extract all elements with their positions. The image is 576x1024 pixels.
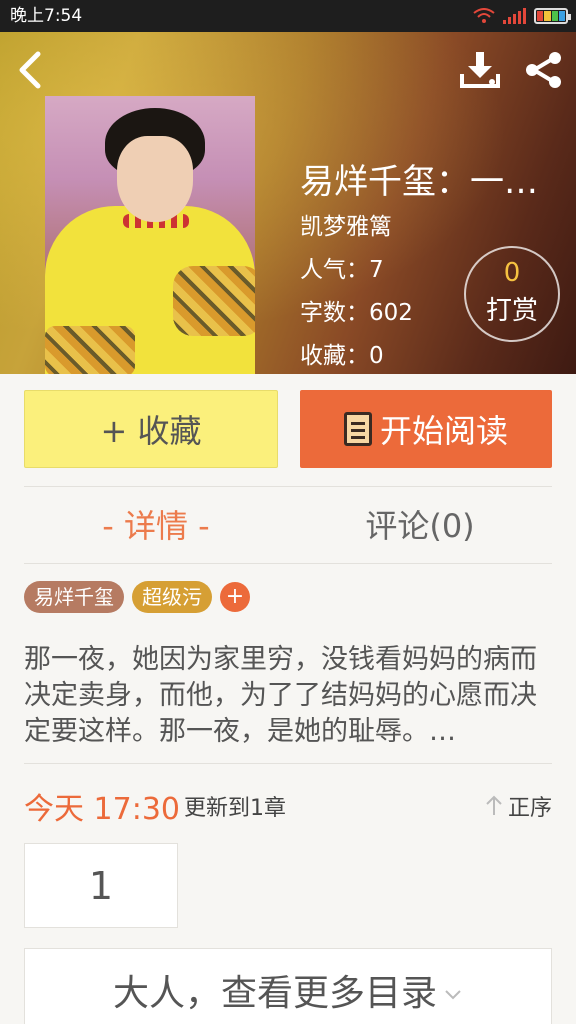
divider bbox=[24, 763, 552, 764]
download-button[interactable] bbox=[458, 48, 502, 92]
add-tag-button[interactable]: + bbox=[220, 582, 250, 612]
more-catalog-button[interactable]: 大人，查看更多目录 bbox=[24, 948, 552, 1024]
share-button[interactable] bbox=[522, 50, 566, 90]
tag-item[interactable]: 易烊千玺 bbox=[24, 581, 124, 613]
update-text: 更新到1章 bbox=[184, 796, 286, 821]
divider bbox=[24, 486, 552, 487]
add-favorite-label: + 收藏 bbox=[100, 412, 202, 450]
sort-order-label: 正序 bbox=[507, 796, 552, 821]
book-icon bbox=[343, 412, 372, 446]
add-favorite-button[interactable]: + 收藏 bbox=[24, 390, 278, 468]
book-word-count: 字数：602 bbox=[300, 300, 413, 326]
chapter-item[interactable]: 1 bbox=[24, 843, 178, 928]
book-title: 易烊千玺：一… bbox=[300, 162, 538, 202]
back-button[interactable] bbox=[12, 50, 48, 90]
wifi-icon bbox=[473, 8, 495, 23]
book-author[interactable]: 凯梦雅篱 bbox=[300, 207, 392, 241]
book-popularity: 人气：7 bbox=[300, 257, 384, 283]
status-time: 晚上7:54 bbox=[10, 6, 83, 26]
reward-button[interactable]: 0 打赏 bbox=[464, 246, 560, 342]
share-icon bbox=[526, 52, 561, 88]
reward-count: 0 bbox=[503, 258, 521, 288]
book-description[interactable]: 那一夜，她因为家里穷，没钱看妈妈的病而决定卖身，而他，为了了结妈妈的心愿而决定要… bbox=[24, 642, 552, 750]
start-reading-button[interactable]: 开始阅读 bbox=[300, 390, 552, 468]
reward-label: 打赏 bbox=[485, 296, 538, 326]
chevron-left-icon bbox=[19, 51, 41, 89]
status-icons bbox=[473, 6, 571, 26]
tab-details[interactable]: - 详情 - bbox=[24, 500, 288, 552]
download-icon bbox=[460, 52, 500, 88]
signal-icon bbox=[503, 8, 526, 24]
sort-order-button[interactable]: 正序 bbox=[484, 790, 552, 822]
update-row: 今天 17:30 更新到1章 正序 bbox=[24, 784, 552, 827]
book-favorites: 收藏：0 bbox=[300, 343, 384, 369]
tag-list: 易烊千玺 超级污 + bbox=[24, 581, 250, 613]
start-reading-label: 开始阅读 bbox=[379, 412, 508, 450]
tag-item[interactable]: 超级污 bbox=[132, 581, 212, 613]
update-time: 今天 17:30 bbox=[24, 792, 180, 827]
more-catalog-label: 大人，查看更多目录 bbox=[112, 973, 437, 1014]
divider bbox=[24, 563, 552, 564]
battery-icon bbox=[534, 8, 571, 24]
book-cover-image bbox=[45, 96, 255, 374]
chevron-down-icon bbox=[445, 990, 461, 1000]
status-bar: 晚上7:54 bbox=[0, 0, 576, 32]
tab-comments[interactable]: 评论(0) bbox=[288, 500, 552, 552]
arrow-up-icon bbox=[486, 795, 502, 815]
book-header: 易烊千玺：一… 凯梦雅篱 人气：7 字数：602 收藏：0 0 打赏 bbox=[0, 32, 576, 374]
